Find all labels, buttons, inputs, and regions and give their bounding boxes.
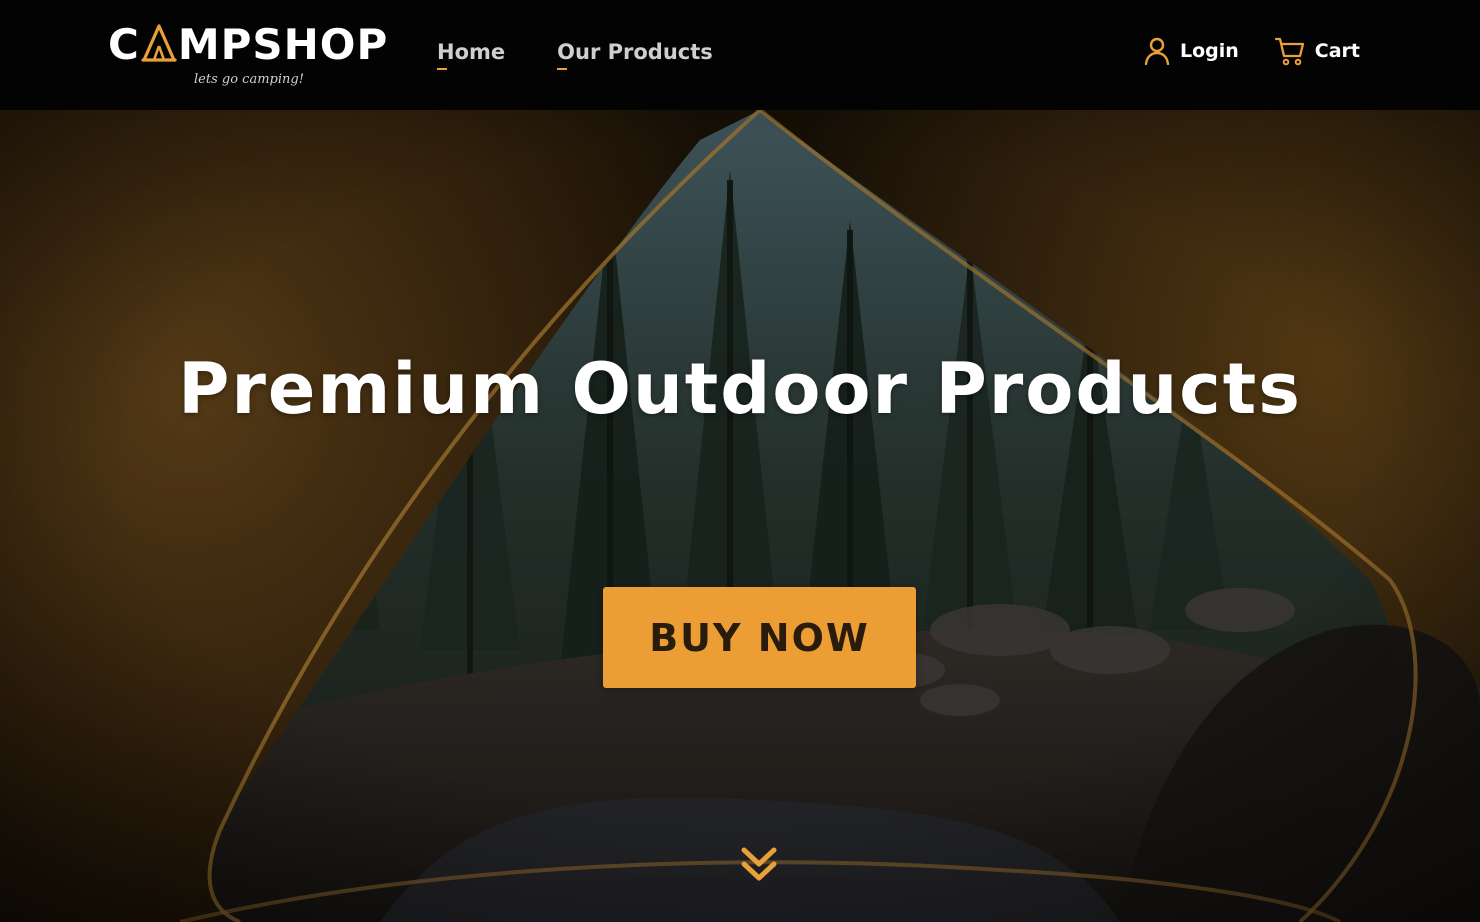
site-header: C MPSHOP lets go camping! Home Our Produ… [0,0,1480,110]
brand-name-start: C [108,20,140,69]
hero-section: Premium Outdoor Products BUY NOW [0,110,1480,922]
login-label: Login [1179,40,1239,62]
account-links: Login Cart [1144,36,1360,66]
user-icon [1144,37,1170,65]
cart-link[interactable]: Cart [1274,36,1360,66]
nav-link-home-underline [437,68,447,70]
tent-a-icon [141,24,177,64]
login-link[interactable]: Login [1144,37,1239,65]
main-nav: Home Our Products [437,36,713,70]
nav-link-our-products[interactable]: Our Products [557,36,713,70]
brand-name-end: MPSHOP [177,20,389,69]
cart-label: Cart [1314,40,1360,62]
brand-tagline: lets go camping! [194,72,304,87]
nav-link-our-products-label: Our Products [557,40,713,64]
nav-link-our-products-underline [557,68,568,70]
hero-background-image [0,110,1480,922]
brand-wordmark: C MPSHOP [108,20,388,70]
nav-link-home-label: Home [437,40,506,64]
double-chevron-down-icon[interactable] [740,846,778,884]
brand-logo[interactable]: C MPSHOP lets go camping! [108,20,387,96]
cart-icon [1274,36,1305,66]
buy-now-button[interactable]: BUY NOW [603,587,916,688]
page: C MPSHOP lets go camping! Home Our Produ… [0,0,1480,922]
hero-title: Premium Outdoor Products [178,348,1302,430]
nav-link-home[interactable]: Home [437,36,506,70]
